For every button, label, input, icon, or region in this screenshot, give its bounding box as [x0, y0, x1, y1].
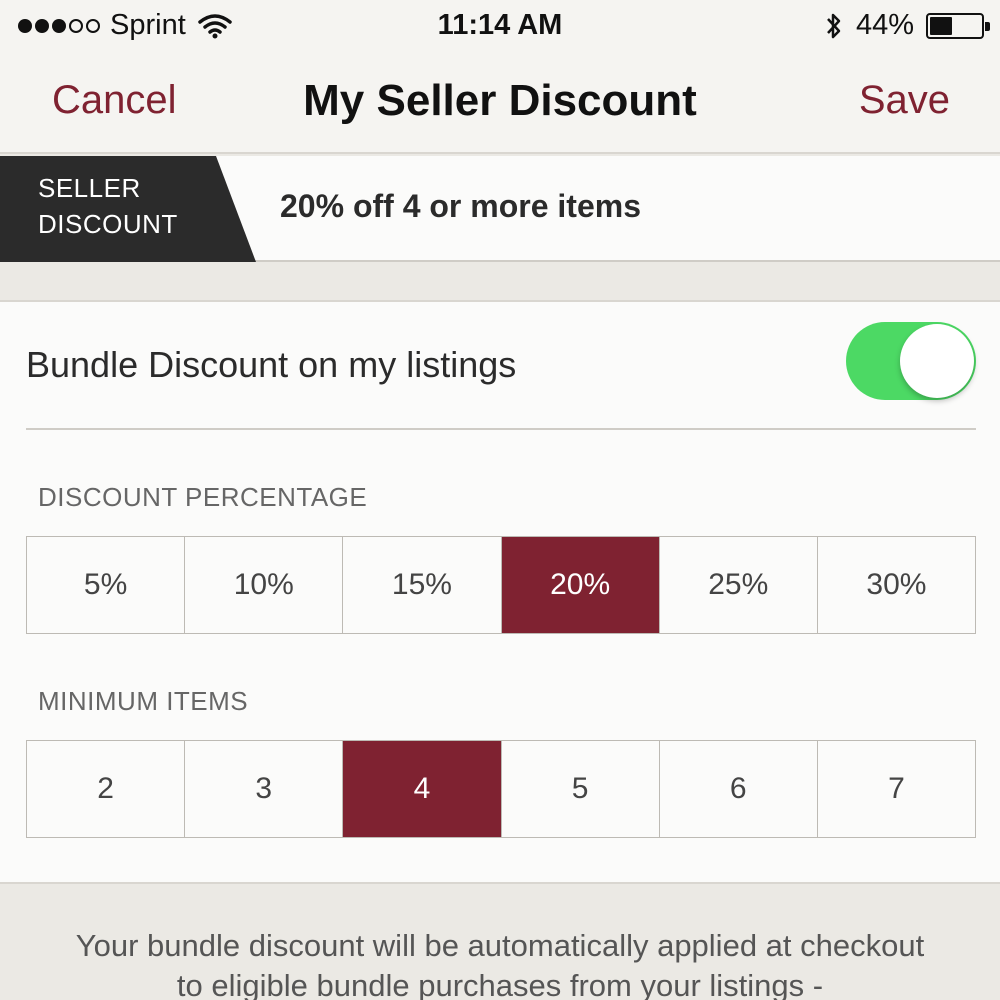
- discount-percentage-option[interactable]: 15%: [343, 537, 502, 633]
- discount-percentage-option[interactable]: 30%: [818, 537, 975, 633]
- tag-line-2: DISCOUNT: [38, 209, 178, 239]
- minimum-items-option[interactable]: 3: [185, 741, 344, 837]
- status-right: 44%: [824, 9, 990, 42]
- discount-percentage-option[interactable]: 25%: [660, 537, 818, 633]
- bundle-discount-card: Bundle Discount on my listings DISCOUNT …: [0, 300, 1000, 884]
- discount-percentage-option[interactable]: 5%: [27, 537, 186, 633]
- discount-percentage-label: DISCOUNT PERCENTAGE: [38, 482, 368, 512]
- toggle-knob[interactable]: [900, 324, 974, 398]
- save-button[interactable]: Save: [859, 78, 950, 123]
- discount-percentage-selector: 5% 10% 15% 20% 25% 30%: [26, 536, 976, 634]
- nav-bar: Cancel My Seller Discount Save: [0, 52, 1000, 154]
- discount-summary-text: 20% off 4 or more items: [280, 188, 641, 224]
- minimum-items-option[interactable]: 5: [502, 741, 660, 837]
- minimum-items-selector: 234567: [26, 740, 976, 838]
- battery-icon: [926, 12, 990, 39]
- minimum-items-option[interactable]: 7: [818, 741, 975, 837]
- tag-line-1: SELLER: [38, 173, 141, 203]
- discount-percentage-option[interactable]: 10%: [185, 537, 344, 633]
- status-bar: Sprint 11:14 AM 44%: [0, 0, 1000, 52]
- seller-discount-tag-label: SELLER DISCOUNT: [38, 170, 218, 242]
- discount-percentage-option[interactable]: 20%: [501, 537, 660, 633]
- bundle-discount-note: Your bundle discount will be automatical…: [75, 928, 925, 1000]
- minimum-items-label: MINIMUM ITEMS: [38, 686, 249, 716]
- battery-fill: [930, 16, 952, 35]
- bundle-discount-toggle[interactable]: [846, 322, 976, 400]
- bundle-discount-label: Bundle Discount on my listings: [26, 344, 517, 385]
- discount-summary: SELLER DISCOUNT 20% off 4 or more items: [0, 156, 1000, 262]
- bluetooth-icon: [827, 13, 841, 38]
- minimum-items-option[interactable]: 6: [660, 741, 818, 837]
- divider: [26, 428, 976, 430]
- battery-percent: 44%: [855, 9, 914, 41]
- minimum-items-option[interactable]: 2: [27, 741, 186, 837]
- cancel-button[interactable]: Cancel: [52, 78, 177, 123]
- battery-nub: [985, 21, 990, 31]
- minimum-items-option[interactable]: 4: [343, 741, 502, 837]
